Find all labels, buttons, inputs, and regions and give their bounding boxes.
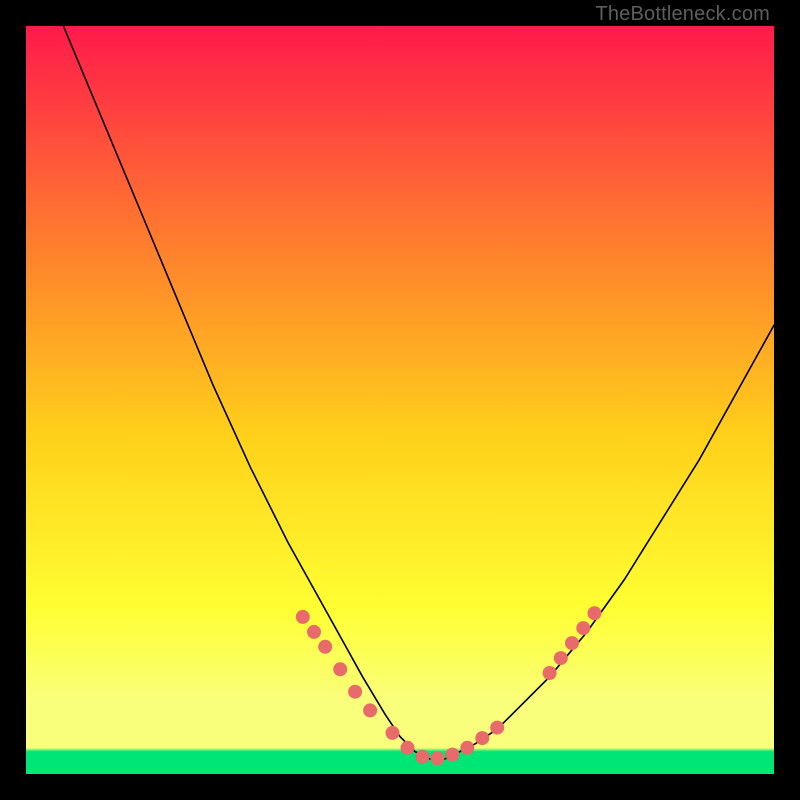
curve-marker [318, 640, 332, 654]
curve-marker [348, 685, 362, 699]
curve-marker [415, 750, 429, 764]
curve-marker [490, 721, 504, 735]
curve-marker [296, 610, 310, 624]
chart-frame [26, 26, 774, 774]
curve-marker [554, 651, 568, 665]
curve-marker [307, 625, 321, 639]
curve-marker [386, 726, 400, 740]
curve-marker [475, 731, 489, 745]
bottleneck-curve [63, 26, 774, 759]
curve-marker [576, 621, 590, 635]
curve-marker [363, 703, 377, 717]
curve-marker [445, 748, 459, 762]
curve-marker [333, 662, 347, 676]
watermark-text: TheBottleneck.com [595, 3, 770, 26]
curve-marker [430, 751, 444, 765]
chart-plot [26, 26, 774, 774]
curve-marker [460, 741, 474, 755]
curve-marker [401, 741, 415, 755]
curve-markers [296, 606, 602, 765]
curve-marker [588, 606, 602, 620]
curve-marker [543, 666, 557, 680]
curve-marker [565, 636, 579, 650]
